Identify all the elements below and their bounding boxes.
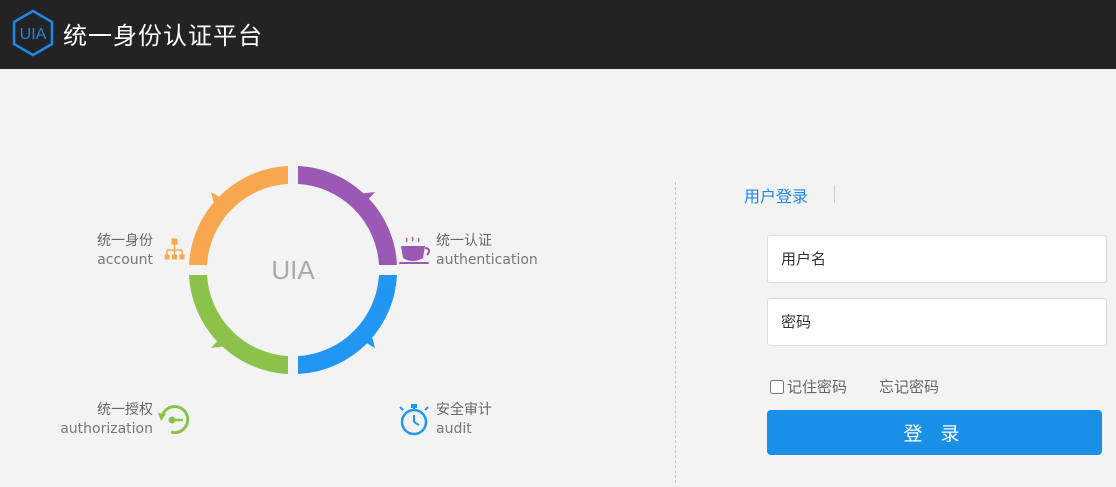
login-button[interactable]: 登 录 xyxy=(767,410,1102,455)
segment-account-ring xyxy=(189,166,288,265)
org-chart-icon xyxy=(164,238,185,260)
password-input[interactable] xyxy=(767,298,1107,346)
label-authentication-en: authentication xyxy=(436,252,538,268)
segment-authentication-ring xyxy=(298,166,397,265)
top-header: UIA 统一身份认证平台 xyxy=(0,0,1116,69)
uia-ring-diagram: UIA 统一身份 account 统一认证 authentication 统一授… xyxy=(0,69,675,483)
key-cycle-icon xyxy=(158,405,190,435)
label-audit-zh: 安全审计 xyxy=(436,402,492,418)
remember-password[interactable]: 记住密码 xyxy=(770,376,847,397)
label-authentication-zh: 统一认证 xyxy=(436,233,492,249)
platform-title: 统一身份认证平台 xyxy=(63,22,263,50)
segment-authorization-ring xyxy=(189,275,288,374)
remember-password-label: 记住密码 xyxy=(787,378,848,396)
label-authorization-en: authorization xyxy=(60,421,153,437)
label-account-en: account xyxy=(97,252,153,268)
username-input[interactable] xyxy=(767,235,1107,283)
label-authorization: 统一授权 authorization xyxy=(60,401,153,439)
remember-password-checkbox[interactable] xyxy=(770,379,784,394)
label-audit: 安全审计 audit xyxy=(436,401,492,439)
logo-text: UIA xyxy=(20,26,47,43)
label-account: 统一身份 account xyxy=(97,232,153,270)
stopwatch-icon xyxy=(399,404,429,436)
label-authentication: 统一认证 authentication xyxy=(436,232,538,270)
label-account-zh: 统一身份 xyxy=(97,233,153,249)
ring-center-text: UIA xyxy=(271,255,315,285)
forgot-password-link[interactable]: 忘记密码 xyxy=(879,376,939,397)
uia-logo-icon: UIA xyxy=(12,9,54,57)
label-authorization-zh: 统一授权 xyxy=(97,402,153,418)
coffee-cup-icon xyxy=(399,236,431,264)
tab-separator xyxy=(834,185,835,203)
tab-user-login[interactable]: 用户登录 xyxy=(744,183,808,207)
label-audit-en: audit xyxy=(436,421,472,437)
vertical-divider xyxy=(675,182,676,483)
segment-audit-ring xyxy=(298,275,397,374)
